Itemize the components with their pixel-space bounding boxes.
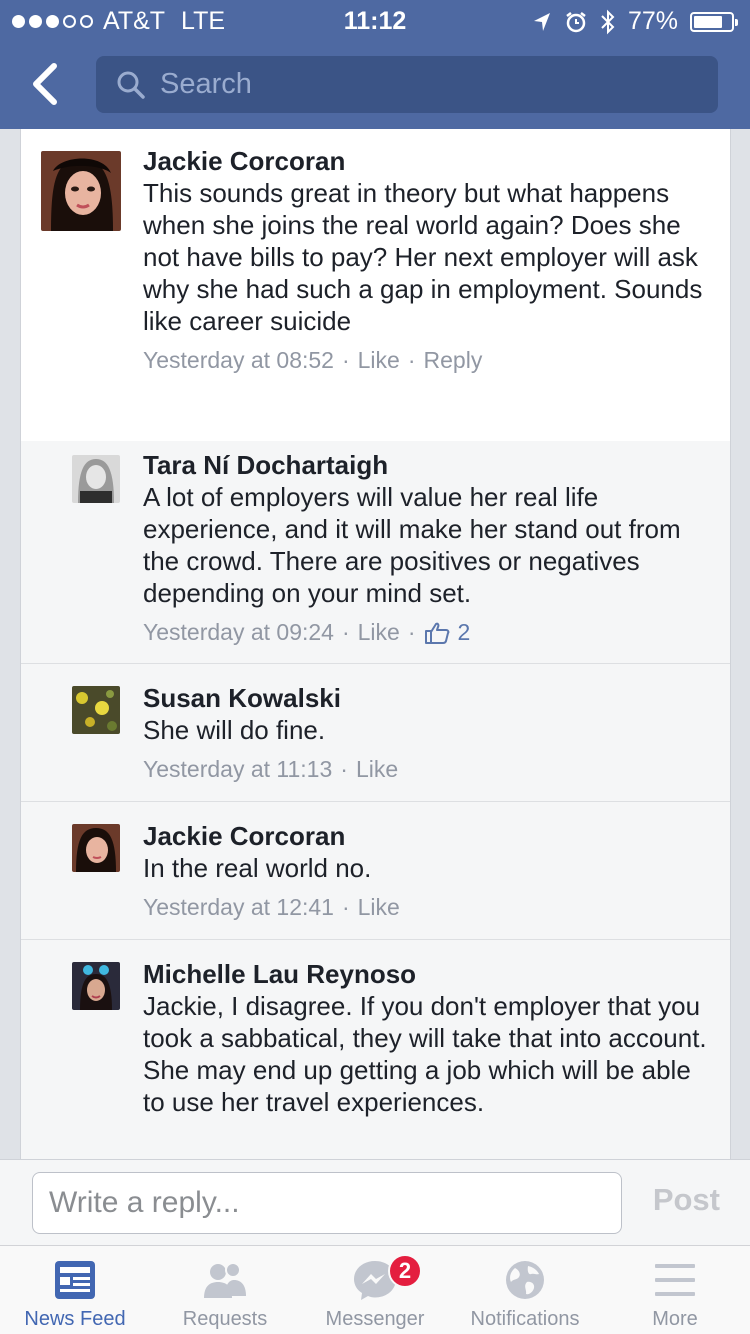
tab-label: Messenger xyxy=(325,1308,425,1330)
tab-label: More xyxy=(652,1308,698,1330)
comment-text: Jackie, I disagree. If you don't employe… xyxy=(143,991,707,1117)
comment-text: A lot of employers will value her real l… xyxy=(143,482,681,608)
tab-bar: News Feed Requests 2 Messenger Notificat… xyxy=(0,1245,750,1334)
like-button[interactable]: Like xyxy=(358,894,400,921)
tab-label: Requests xyxy=(182,1308,268,1330)
author-name[interactable]: Tara Ní Dochartaigh xyxy=(143,449,713,481)
comment-meta: Yesterday at 12:41 · Like xyxy=(143,894,713,921)
author-name[interactable]: Jackie Corcoran xyxy=(143,820,713,852)
separator: · xyxy=(341,619,350,645)
reply-composer: Post xyxy=(0,1159,750,1245)
separator: · xyxy=(341,894,350,920)
author-name[interactable]: Jackie Corcoran xyxy=(143,145,713,177)
menu-icon xyxy=(655,1264,695,1296)
avatar[interactable] xyxy=(41,151,121,231)
battery-icon xyxy=(690,11,738,32)
comment-meta: Yesterday at 11:13 · Like xyxy=(143,756,713,783)
notification-badge: 2 xyxy=(388,1254,422,1288)
comment-meta: Yesterday at 09:24 · Like · 2 xyxy=(143,619,713,646)
like-button[interactable]: Like xyxy=(358,347,400,374)
like-button[interactable]: Like xyxy=(358,619,400,646)
comment-item: Susan Kowalski She will do fine. Yesterd… xyxy=(21,664,730,801)
bluetooth-icon xyxy=(601,9,615,34)
reply-button[interactable]: Reply xyxy=(424,347,483,374)
status-bar: AT&T LTE 11:12 77% xyxy=(0,0,750,40)
news-feed-icon xyxy=(55,1261,95,1299)
timestamp[interactable]: Yesterday at 12:41 xyxy=(143,894,334,921)
search-input[interactable] xyxy=(160,68,700,101)
search-bar[interactable] xyxy=(96,56,718,113)
tab-news-feed[interactable]: News Feed xyxy=(0,1246,150,1334)
battery-percent: 77% xyxy=(627,7,678,35)
timestamp[interactable]: Yesterday at 08:52 xyxy=(143,347,334,374)
avatar[interactable] xyxy=(72,962,120,1010)
separator: · xyxy=(407,347,416,373)
comment-meta: Yesterday at 08:52 · Like · Reply xyxy=(143,347,713,374)
tab-requests[interactable]: Requests xyxy=(150,1246,300,1334)
separator: · xyxy=(341,347,350,373)
tab-messenger[interactable]: 2 Messenger xyxy=(300,1246,450,1334)
friend-requests-icon xyxy=(204,1262,246,1298)
timestamp[interactable]: Yesterday at 09:24 xyxy=(143,619,334,646)
author-name[interactable]: Susan Kowalski xyxy=(143,682,713,714)
comment-body: Tara Ní Dochartaigh A lot of employers w… xyxy=(143,449,713,646)
navigation-bar xyxy=(0,40,750,129)
comments-list: Jackie Corcoran This sounds great in the… xyxy=(20,129,731,1159)
likes-count-value: 2 xyxy=(457,619,471,645)
chevron-left-icon xyxy=(33,63,57,105)
comment-item: Michelle Lau Reynoso Jackie, I disagree.… xyxy=(21,940,730,1159)
reply-input[interactable] xyxy=(32,1172,622,1234)
separator: · xyxy=(407,619,416,645)
globe-icon xyxy=(506,1261,544,1299)
comment-text: She will do fine. xyxy=(143,715,326,745)
comment-text: This sounds great in theory but what hap… xyxy=(143,178,703,336)
top-header: AT&T LTE 11:12 77% xyxy=(0,0,750,129)
location-arrow-icon xyxy=(533,12,550,31)
separator: · xyxy=(340,756,348,782)
alarm-clock-icon xyxy=(566,11,586,32)
avatar[interactable] xyxy=(72,686,120,734)
likes-count[interactable]: 2 xyxy=(424,619,471,646)
comment-body: Jackie Corcoran This sounds great in the… xyxy=(143,145,713,374)
thumbs-up-icon xyxy=(424,622,449,644)
status-right: 77% xyxy=(532,7,738,36)
comment-item: Jackie Corcoran In the real world no. Ye… xyxy=(21,802,730,939)
back-button[interactable] xyxy=(26,60,66,108)
timestamp[interactable]: Yesterday at 11:13 xyxy=(143,756,332,783)
post-button[interactable]: Post xyxy=(653,1182,720,1218)
comment-item: Tara Ní Dochartaigh A lot of employers w… xyxy=(21,441,730,663)
comment-body: Michelle Lau Reynoso Jackie, I disagree.… xyxy=(143,958,713,1118)
avatar[interactable] xyxy=(72,824,120,872)
comment-text: In the real world no. xyxy=(143,853,372,883)
search-icon xyxy=(117,71,145,99)
comment-body: Susan Kowalski She will do fine. Yesterd… xyxy=(143,682,713,783)
author-name[interactable]: Michelle Lau Reynoso xyxy=(143,958,713,990)
like-button[interactable]: Like xyxy=(356,756,398,783)
avatar[interactable] xyxy=(72,455,120,503)
tab-more[interactable]: More xyxy=(600,1246,750,1334)
tab-label: News Feed xyxy=(24,1308,126,1330)
tab-label: Notifications xyxy=(470,1308,580,1330)
comment-body: Jackie Corcoran In the real world no. Ye… xyxy=(143,820,713,921)
tab-notifications[interactable]: Notifications xyxy=(450,1246,600,1334)
comment-item: Jackie Corcoran This sounds great in the… xyxy=(21,129,730,441)
